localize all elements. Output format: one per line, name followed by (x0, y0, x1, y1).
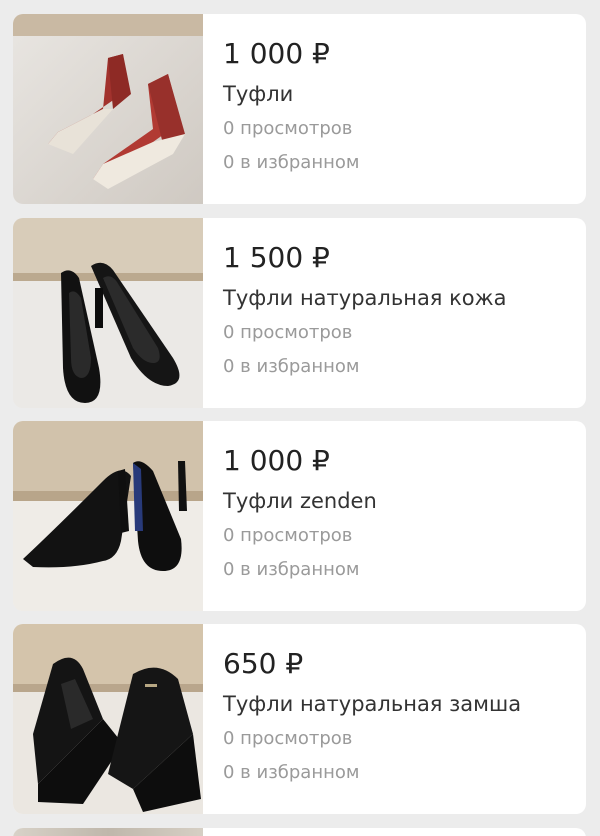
listing-title[interactable]: Туфли (223, 80, 359, 108)
listing-photo-partial (13, 828, 203, 836)
listing-card-partial[interactable] (13, 828, 586, 836)
listing-card[interactable]: 1 000 ₽ Туфли zenden 0 просмотров 0 в из… (13, 421, 586, 611)
listing-favorites: 0 в избранном (223, 559, 360, 580)
listing-views: 0 просмотров (223, 728, 353, 749)
listing-favorites: 0 в избранном (223, 152, 360, 173)
listing-card[interactable]: 1 000 ₽ Туфли 0 просмотров 0 в избранном (13, 14, 586, 204)
listing-price: 1 000 ₽ (223, 37, 330, 70)
listing-views: 0 просмотров (223, 322, 353, 343)
listing-favorites: 0 в избранном (223, 356, 360, 377)
listing-views: 0 просмотров (223, 118, 353, 139)
listing-photo-black-suede-wedge[interactable] (13, 624, 203, 814)
listing-photo-black-suede[interactable] (13, 421, 203, 611)
listing-photo-black-leather[interactable] (13, 218, 203, 408)
listing-price: 1 500 ₽ (223, 241, 330, 274)
listing-price: 1 000 ₽ (223, 444, 330, 477)
listing-photo-red-wedge[interactable] (13, 14, 203, 204)
listing-card[interactable]: 650 ₽ Туфли натуральная замша 0 просмотр… (13, 624, 586, 814)
listing-feed: 1 000 ₽ Туфли 0 просмотров 0 в избранном (0, 0, 600, 836)
listing-favorites: 0 в избранном (223, 762, 360, 783)
listing-views: 0 просмотров (223, 525, 353, 546)
listing-title[interactable]: Туфли натуральная замша (223, 690, 521, 718)
listing-title[interactable]: Туфли натуральная кожа (223, 284, 506, 312)
listing-title[interactable]: Туфли zenden (223, 487, 377, 515)
listing-price: 650 ₽ (223, 647, 304, 680)
listing-card[interactable]: 1 500 ₽ Туфли натуральная кожа 0 просмот… (13, 218, 586, 408)
